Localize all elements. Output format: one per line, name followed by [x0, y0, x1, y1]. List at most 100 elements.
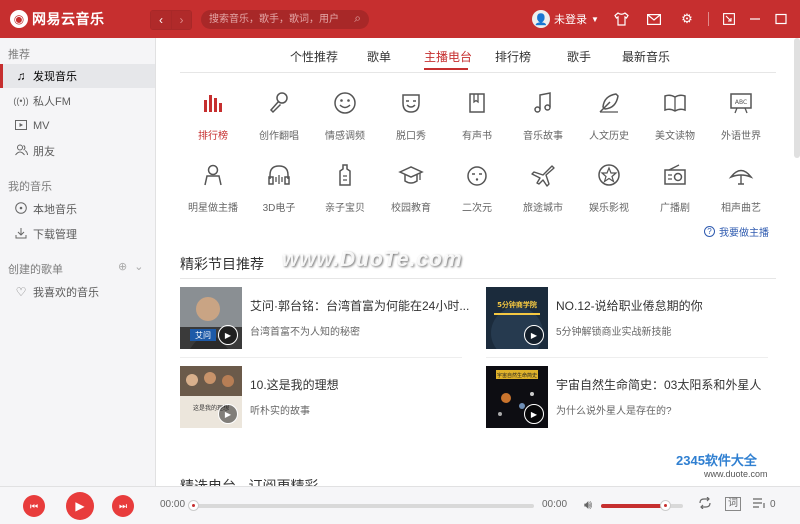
- category-anime[interactable]: 二次元: [443, 162, 511, 214]
- mini-mode-icon[interactable]: [720, 10, 738, 28]
- play-button[interactable]: ▶: [66, 492, 94, 520]
- category-entertainment[interactable]: 娱乐影视: [575, 162, 643, 214]
- user-menu[interactable]: 👤 未登录 ▼: [532, 10, 599, 28]
- become-anchor-link[interactable]: ? 我要做主播: [704, 224, 769, 239]
- play-icon[interactable]: ▶: [524, 404, 544, 424]
- divider: [180, 357, 462, 358]
- divider: [180, 72, 776, 73]
- maximize-icon[interactable]: [772, 10, 790, 28]
- sidebar-item-friends[interactable]: 朋友: [0, 139, 155, 163]
- category-3d-electronic[interactable]: 3D电子: [245, 162, 313, 214]
- program-thumbnail[interactable]: 艾问 ▶: [180, 287, 242, 349]
- program-title[interactable]: NO.12-说给职业倦怠期的你: [556, 297, 703, 314]
- category-reading[interactable]: 美文读物: [641, 90, 709, 142]
- progress-knob[interactable]: [188, 500, 199, 511]
- search-input[interactable]: [209, 12, 349, 27]
- section-title: 精选电台 - 订阅更精彩: [180, 478, 319, 486]
- category-label: 音乐故事: [523, 131, 563, 142]
- sidebar-item-label: 我喜欢的音乐: [33, 287, 99, 299]
- play-icon: ▶: [75, 499, 85, 513]
- add-playlist-icon[interactable]: ⊕: [118, 261, 127, 273]
- previous-track-button[interactable]: ⏮: [23, 495, 45, 517]
- sidebar-item-discover-music[interactable]: ♫ 发现音乐: [0, 64, 155, 88]
- sidebar-item-liked-music[interactable]: ♡ 我喜欢的音乐: [0, 280, 155, 304]
- app-logo[interactable]: ◉ 网易云音乐: [10, 9, 105, 29]
- thumbnail-caption: 艾问: [195, 331, 211, 340]
- program-title[interactable]: 宇宙自然生命简史：03太阳系和外星人: [556, 376, 761, 393]
- category-radio-drama[interactable]: 广播剧: [641, 162, 709, 214]
- category-kids[interactable]: 亲子宝贝: [311, 162, 379, 214]
- chevron-right-icon: ›: [179, 13, 184, 27]
- play-icon[interactable]: ▶: [524, 325, 544, 345]
- next-track-button[interactable]: ⏭: [112, 495, 134, 517]
- playlist-icon[interactable]: [752, 497, 766, 512]
- play-icon[interactable]: ▶: [218, 325, 238, 345]
- program-title[interactable]: 艾问·郭台铭：台湾首富为何能在24小时...: [250, 297, 469, 314]
- section-title: 精彩节目推荐: [180, 256, 264, 272]
- brand-watermark: 2345软件大全: [676, 453, 757, 468]
- program-card[interactable]: 这是我的理想 ▶ 10.这是我的理想 听朴实的故事: [180, 366, 464, 430]
- program-thumbnail[interactable]: 这是我的理想 ▶: [180, 366, 242, 428]
- category-label: 人文历史: [589, 131, 629, 142]
- category-label: 脱口秀: [396, 131, 426, 142]
- program-thumbnail[interactable]: 宇宙自然生命简史 ▶: [486, 366, 548, 428]
- category-foreign-language[interactable]: ABC 外语世界: [707, 90, 775, 142]
- tab-anchor-radio[interactable]: 主播电台: [424, 48, 472, 65]
- duote-watermark: www.DuoTe.com: [282, 248, 463, 271]
- category-crosstalk[interactable]: 相声曲艺: [707, 162, 775, 214]
- question-icon: ?: [704, 226, 715, 237]
- category-emotion[interactable]: 情感调频: [311, 90, 379, 142]
- program-card[interactable]: 艾问 ▶ 艾问·郭台铭：台湾首富为何能在24小时... 台湾首富不为人知的秘密: [180, 287, 469, 351]
- program-thumbnail[interactable]: 5分钟商学院 ▶: [486, 287, 548, 349]
- tab-artists[interactable]: 歌手: [567, 48, 591, 65]
- loop-mode-icon[interactable]: [698, 496, 712, 512]
- category-celebrity-hosts[interactable]: 明星做主播: [179, 162, 247, 214]
- sidebar-item-mv[interactable]: MV: [0, 114, 155, 138]
- back-button[interactable]: ‹: [151, 11, 171, 29]
- category-label: 情感调频: [325, 131, 365, 142]
- sidebar-section-title: 推荐: [8, 49, 30, 61]
- download-icon: [13, 227, 29, 242]
- volume-slider[interactable]: [601, 500, 683, 511]
- category-label: 明星做主播: [188, 203, 238, 214]
- title-tools: ⚙: [612, 10, 696, 28]
- minimize-icon[interactable]: [746, 10, 764, 28]
- collapse-chevron-icon[interactable]: ⌄: [134, 261, 143, 273]
- mail-icon[interactable]: [645, 10, 663, 28]
- program-card[interactable]: 宇宙自然生命简史 ▶ 宇宙自然生命简史：03太阳系和外星人 为什么说外星人是存在…: [486, 366, 770, 430]
- category-travel[interactable]: 旅途城市: [509, 162, 577, 214]
- settings-gear-icon[interactable]: ⚙: [678, 10, 696, 28]
- program-card[interactable]: 5分钟商学院 ▶ NO.12-说给职业倦怠期的你 5分钟解锁商业实战新技能: [486, 287, 770, 351]
- search-icon[interactable]: ⌕: [354, 11, 361, 26]
- skin-icon[interactable]: [612, 10, 630, 28]
- play-icon[interactable]: ▶: [218, 404, 238, 424]
- volume-icon[interactable]: 🔊︎: [584, 497, 592, 513]
- program-title[interactable]: 10.这是我的理想: [250, 376, 339, 393]
- sidebar-item-private-fm[interactable]: ((•)) 私人FM: [0, 89, 155, 113]
- lyrics-button[interactable]: 词: [725, 497, 741, 511]
- category-education[interactable]: 校园教育: [377, 162, 445, 214]
- category-audiobook[interactable]: 有声书: [443, 90, 511, 142]
- category-label: 相声曲艺: [721, 203, 761, 214]
- tab-playlists[interactable]: 歌单: [367, 48, 391, 65]
- total-time: 00:00: [542, 499, 568, 510]
- mask-icon: [402, 94, 420, 113]
- category-music-story[interactable]: 音乐故事: [509, 90, 577, 142]
- sidebar-item-label: 本地音乐: [33, 204, 77, 216]
- volume-knob[interactable]: [659, 500, 671, 511]
- cartoon-face-icon: [467, 166, 487, 186]
- category-covers[interactable]: 创作翻唱: [245, 90, 313, 142]
- forward-button[interactable]: ›: [171, 11, 191, 29]
- category-charts[interactable]: 排行榜: [179, 90, 247, 142]
- track-progress-bar[interactable]: [188, 500, 534, 511]
- sidebar: 推荐 ♫ 发现音乐 ((•)) 私人FM MV 朋友 我的音乐 本地音乐 下载管…: [0, 38, 156, 486]
- category-history[interactable]: 人文历史: [575, 90, 643, 142]
- tab-personal-recommend[interactable]: 个性推荐: [290, 48, 338, 65]
- netease-logo-icon: ◉: [10, 10, 28, 28]
- quill-icon: [599, 93, 619, 113]
- sidebar-item-local-music[interactable]: 本地音乐: [0, 197, 155, 221]
- tab-new-music[interactable]: 最新音乐: [622, 48, 670, 65]
- sidebar-item-downloads[interactable]: 下载管理: [0, 222, 155, 246]
- category-talk-show[interactable]: 脱口秀: [377, 90, 445, 142]
- tab-charts[interactable]: 排行榜: [495, 48, 531, 65]
